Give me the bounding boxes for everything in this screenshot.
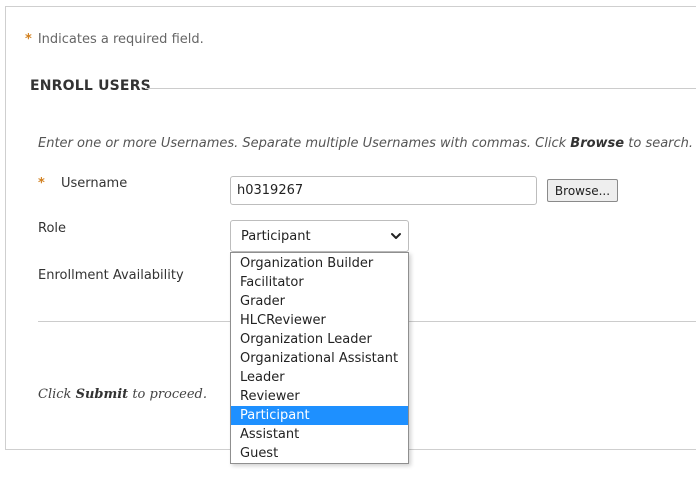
role-option[interactable]: Organization Leader: [231, 330, 408, 349]
instructions-browse-emphasis: Browse: [570, 136, 625, 151]
role-option[interactable]: Facilitator: [231, 273, 408, 292]
username-label: * Username: [38, 176, 127, 191]
submit-note-emphasis: Submit: [75, 387, 129, 402]
role-option[interactable]: Organizational Assistant: [231, 349, 408, 368]
role-option[interactable]: Guest: [231, 444, 408, 463]
role-option[interactable]: Reviewer: [231, 387, 408, 406]
username-required-star: *: [38, 176, 45, 191]
role-option[interactable]: HLCReviewer: [231, 311, 408, 330]
instructions-text-1: Enter one or more Usernames. Separate mu…: [38, 136, 571, 151]
required-star: *: [25, 32, 32, 47]
submit-note-text-1: Click: [38, 387, 76, 402]
enroll-instructions: Enter one or more Usernames. Separate mu…: [38, 136, 693, 151]
role-option[interactable]: Assistant: [231, 425, 408, 444]
required-note-text: Indicates a required field.: [37, 32, 204, 47]
role-dropdown-list: Organization Builder Facilitator Grader …: [230, 252, 409, 464]
browse-button[interactable]: Browse...: [547, 179, 618, 202]
role-option-highlighted[interactable]: Participant: [231, 406, 408, 425]
chevron-down-icon: [391, 233, 401, 239]
enrollment-availability-label: Enrollment Availability: [38, 268, 184, 283]
username-input[interactable]: [230, 176, 537, 205]
role-option[interactable]: Grader: [231, 292, 408, 311]
role-select-value: Participant: [241, 229, 311, 244]
section-title: ENROLL USERS: [30, 78, 151, 94]
section-divider: [145, 88, 696, 89]
role-select[interactable]: Participant: [230, 220, 409, 252]
submit-note-text-2: to proceed.: [128, 387, 208, 402]
submit-note: Click Submit to proceed.: [38, 387, 207, 402]
instructions-text-2: to search.: [624, 136, 694, 151]
role-option[interactable]: Leader: [231, 368, 408, 387]
required-field-note: * Indicates a required field.: [25, 32, 204, 47]
role-label: Role: [38, 221, 67, 236]
username-label-text: Username: [60, 176, 128, 191]
role-option[interactable]: Organization Builder: [231, 254, 408, 273]
